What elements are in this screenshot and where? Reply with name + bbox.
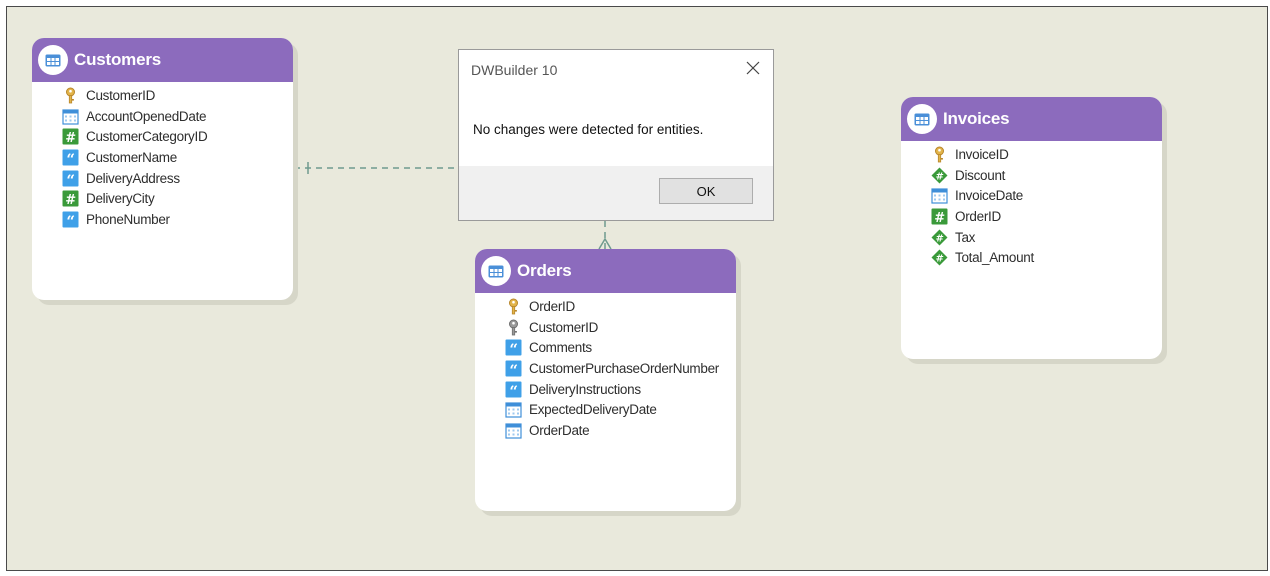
field-list: InvoiceID # Discount InvoiceDate # OrderID # Ta… [931,144,1034,268]
diagram-canvas[interactable]: Customers CustomerID AccountOpenedDate # Cu… [6,6,1268,571]
calendar-icon [505,401,522,418]
quote-icon: “ [505,360,522,379]
field-name: Discount [955,167,1006,183]
svg-text:#: # [935,171,943,182]
field-name: Tax [955,229,976,245]
entity-title: Invoices [943,109,1010,128]
field-row[interactable]: # Discount [931,165,1034,186]
field-row[interactable]: CustomerID [62,85,207,106]
customers-entity[interactable]: Customers CustomerID AccountOpenedDate # Cu… [32,38,293,300]
field-name: CustomerID [86,87,156,103]
field-name: Total_Amount [955,250,1034,266]
key-icon [505,298,522,315]
field-name: DeliveryCity [86,191,155,207]
calendar-icon [931,187,948,204]
svg-text:“: “ [66,212,74,228]
ok-button[interactable]: OK [659,178,753,204]
field-name: OrderID [529,298,575,314]
message-dialog: DWBuilder 10 No changes were detected fo… [458,49,774,221]
decimal-icon: # [931,229,948,246]
field-row[interactable]: AccountOpenedDate [62,106,207,127]
key-icon [62,87,79,104]
svg-text:#: # [934,211,945,225]
field-name: InvoiceID [955,146,1009,162]
svg-text:“: “ [66,150,74,166]
field-list: CustomerID AccountOpenedDate # CustomerCate… [62,85,208,230]
field-list: OrderID CustomerID “ Comments “ CustomerPurch… [505,296,719,441]
svg-text:“: “ [509,382,517,398]
svg-text:#: # [65,131,76,145]
field-name: CustomerPurchaseOrderNumber [529,360,719,376]
table-icon [38,45,68,75]
invoices-entity[interactable]: Invoices InvoiceID # Discount InvoiceDate # O… [901,97,1162,359]
svg-text:#: # [65,193,76,207]
field-name: CustomerCategoryID [86,129,208,145]
field-row[interactable]: OrderID [505,296,719,317]
field-name: ExpectedDeliveryDate [529,402,657,418]
field-row[interactable]: OrderDate [505,420,719,441]
orders-entity[interactable]: Orders OrderID CustomerID “ Comments “ Custom… [475,249,736,511]
field-row[interactable]: “ DeliveryAddress [62,168,207,189]
close-icon[interactable] [745,60,761,76]
entity-title: Customers [74,50,162,69]
entity-header[interactable]: Customers [32,38,293,82]
field-name: CustomerName [86,149,177,165]
quote-icon: “ [62,211,79,230]
field-row[interactable]: InvoiceDate [931,185,1034,206]
field-row[interactable]: ExpectedDeliveryDate [505,399,719,420]
field-name: DeliveryInstructions [529,381,641,397]
entity-header[interactable]: Orders [475,249,736,293]
field-row[interactable]: # DeliveryCity [62,188,207,209]
dialog-footer: OK [459,166,773,220]
field-name: DeliveryAddress [86,170,180,186]
foreign-key-icon [505,319,522,336]
field-row[interactable]: “ PhoneNumber [62,209,207,230]
field-row[interactable]: CustomerID [505,317,719,338]
field-name: OrderDate [529,422,590,438]
field-row[interactable]: # CustomerCategoryID [62,126,208,147]
field-name: Comments [529,340,592,356]
field-row[interactable]: “ DeliveryInstructions [505,379,719,400]
hash-icon: # [931,208,948,226]
svg-text:“: “ [509,361,517,377]
hash-icon: # [62,190,79,208]
field-row[interactable]: # Total_Amount [931,247,1034,268]
quote-icon: “ [62,170,79,189]
quote-icon: “ [62,149,79,168]
field-name: PhoneNumber [86,211,170,227]
dialog-title: DWBuilder 10 [471,62,558,78]
decimal-icon: # [931,249,948,266]
field-name: InvoiceDate [955,188,1023,204]
dialog-message: No changes were detected for entities. [473,122,704,137]
field-row[interactable]: # OrderID [931,206,1034,227]
calendar-icon [505,422,522,439]
svg-text:“: “ [66,171,74,187]
table-icon [907,104,937,134]
field-name: AccountOpenedDate [86,108,207,124]
field-row[interactable]: “ Comments [505,337,719,359]
field-row[interactable]: “ CustomerName [62,147,207,168]
svg-text:#: # [935,254,943,265]
quote-icon: “ [505,339,522,359]
table-icon [481,256,511,286]
entity-title: Orders [517,261,572,280]
decimal-icon: # [931,167,948,184]
field-name: CustomerID [529,319,599,335]
field-row[interactable]: “ CustomerPurchaseOrderNumber [505,358,719,379]
svg-text:“: “ [509,341,517,357]
hash-icon: # [62,128,79,146]
field-row[interactable]: # Tax [931,227,1034,248]
field-name: OrderID [955,208,1001,224]
entity-header[interactable]: Invoices [901,97,1162,141]
svg-text:#: # [935,233,943,244]
field-row[interactable]: InvoiceID [931,144,1034,165]
calendar-icon [62,108,79,125]
quote-icon: “ [505,381,522,400]
key-icon [931,146,948,163]
